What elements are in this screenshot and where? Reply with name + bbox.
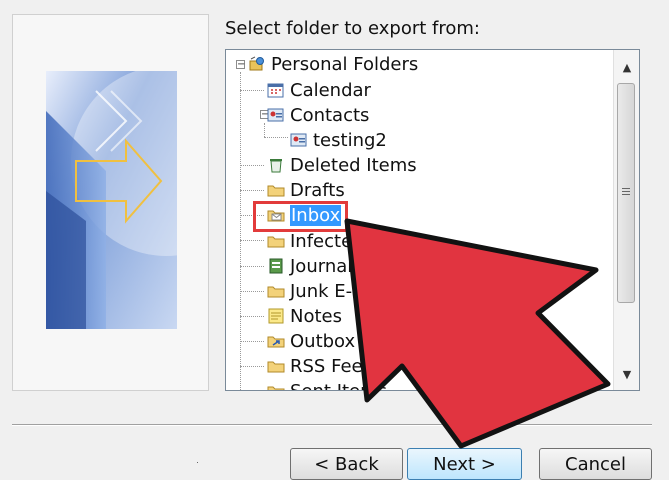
tree-item-sent-items[interactable]: Sent Items — [267, 379, 387, 390]
tree-line — [240, 366, 264, 367]
tree-line — [240, 341, 264, 342]
folder-icon — [267, 233, 285, 249]
scroll-grip — [622, 194, 630, 195]
scroll-up-arrow-icon[interactable]: ▲ — [614, 55, 639, 79]
tree-line — [240, 90, 264, 91]
tree-item-label: Notes — [290, 305, 342, 327]
tree-item-label: Calendar — [290, 79, 371, 101]
wizard-side-panel — [12, 14, 209, 391]
trash-icon — [267, 157, 285, 173]
tree-item-rss-feeds[interactable]: RSS Feeds — [267, 354, 383, 378]
folder-icon — [267, 358, 285, 374]
contacts-subfolder-icon — [290, 132, 308, 148]
scroll-grip — [622, 188, 630, 189]
tree-item-testing2[interactable]: testing2 — [290, 128, 387, 152]
collapse-root-toggle[interactable]: − — [236, 60, 245, 70]
tree-item-label: Outbox — [290, 330, 356, 352]
tree-line — [240, 240, 264, 241]
inbox-highlight-box — [253, 201, 348, 232]
tree-item-drafts[interactable]: Drafts — [267, 178, 345, 202]
tree-item-outbox[interactable]: Outbox — [267, 329, 355, 353]
stray-pixel — [197, 462, 198, 463]
folder-icon — [267, 383, 285, 390]
back-button[interactable]: < Back — [290, 448, 403, 480]
tree-line — [240, 316, 264, 317]
tree-line — [264, 123, 265, 137]
tree-item-label: RSS Feeds — [290, 355, 384, 377]
tree-item-label: testing2 — [313, 129, 387, 151]
tree-item-infected[interactable]: Infecte — [267, 229, 352, 253]
tree-item-label: Deleted Items — [290, 154, 417, 176]
tree-line — [240, 190, 264, 191]
tree-line — [240, 291, 264, 292]
contacts-icon — [267, 107, 285, 123]
tree-item-deleted-items[interactable]: Deleted Items — [267, 153, 417, 177]
cancel-button[interactable]: Cancel — [539, 448, 652, 480]
tree-item-label: Journal — [290, 255, 353, 277]
tree-item-junk-email[interactable]: Junk E-mai — [267, 279, 386, 303]
tree-item-label: Drafts — [290, 179, 345, 201]
personal-folders-icon — [248, 56, 266, 72]
tree-line — [240, 72, 241, 390]
tree-item-label: Infecte — [290, 230, 353, 252]
journal-icon — [267, 258, 285, 274]
outbox-icon — [267, 333, 285, 349]
scroll-down-arrow-icon[interactable]: ▼ — [614, 362, 639, 386]
folder-icon — [267, 283, 285, 299]
tree-scrollbar[interactable]: ▲ ▼ — [613, 50, 639, 390]
tree-line — [240, 165, 264, 166]
tree-item-journal[interactable]: Journal — [267, 254, 352, 278]
wizard-graphic — [46, 71, 177, 329]
tree-item-label: Contacts — [290, 104, 370, 126]
tree-line — [264, 137, 288, 138]
notes-icon — [267, 308, 285, 324]
tree-item-calendar[interactable]: Calendar — [267, 78, 371, 102]
tree-item-contacts[interactable]: Contacts — [267, 103, 369, 127]
scroll-thumb[interactable] — [617, 83, 635, 303]
calendar-icon — [267, 82, 285, 98]
tree-line — [240, 266, 264, 267]
folder-icon — [267, 182, 285, 198]
tree-item-label: Sent Items — [290, 381, 387, 391]
footer-divider — [12, 424, 652, 426]
tree-item-label: Personal Folders — [271, 53, 419, 75]
tree-item-notes[interactable]: Notes — [267, 304, 342, 328]
scroll-grip — [622, 191, 630, 192]
next-button[interactable]: Next > — [407, 448, 522, 480]
folder-select-prompt: Select folder to export from: — [225, 18, 480, 39]
tree-item-label: Junk E-mai — [290, 280, 386, 302]
tree-item-personal-folders[interactable]: Personal Folders — [248, 52, 418, 76]
